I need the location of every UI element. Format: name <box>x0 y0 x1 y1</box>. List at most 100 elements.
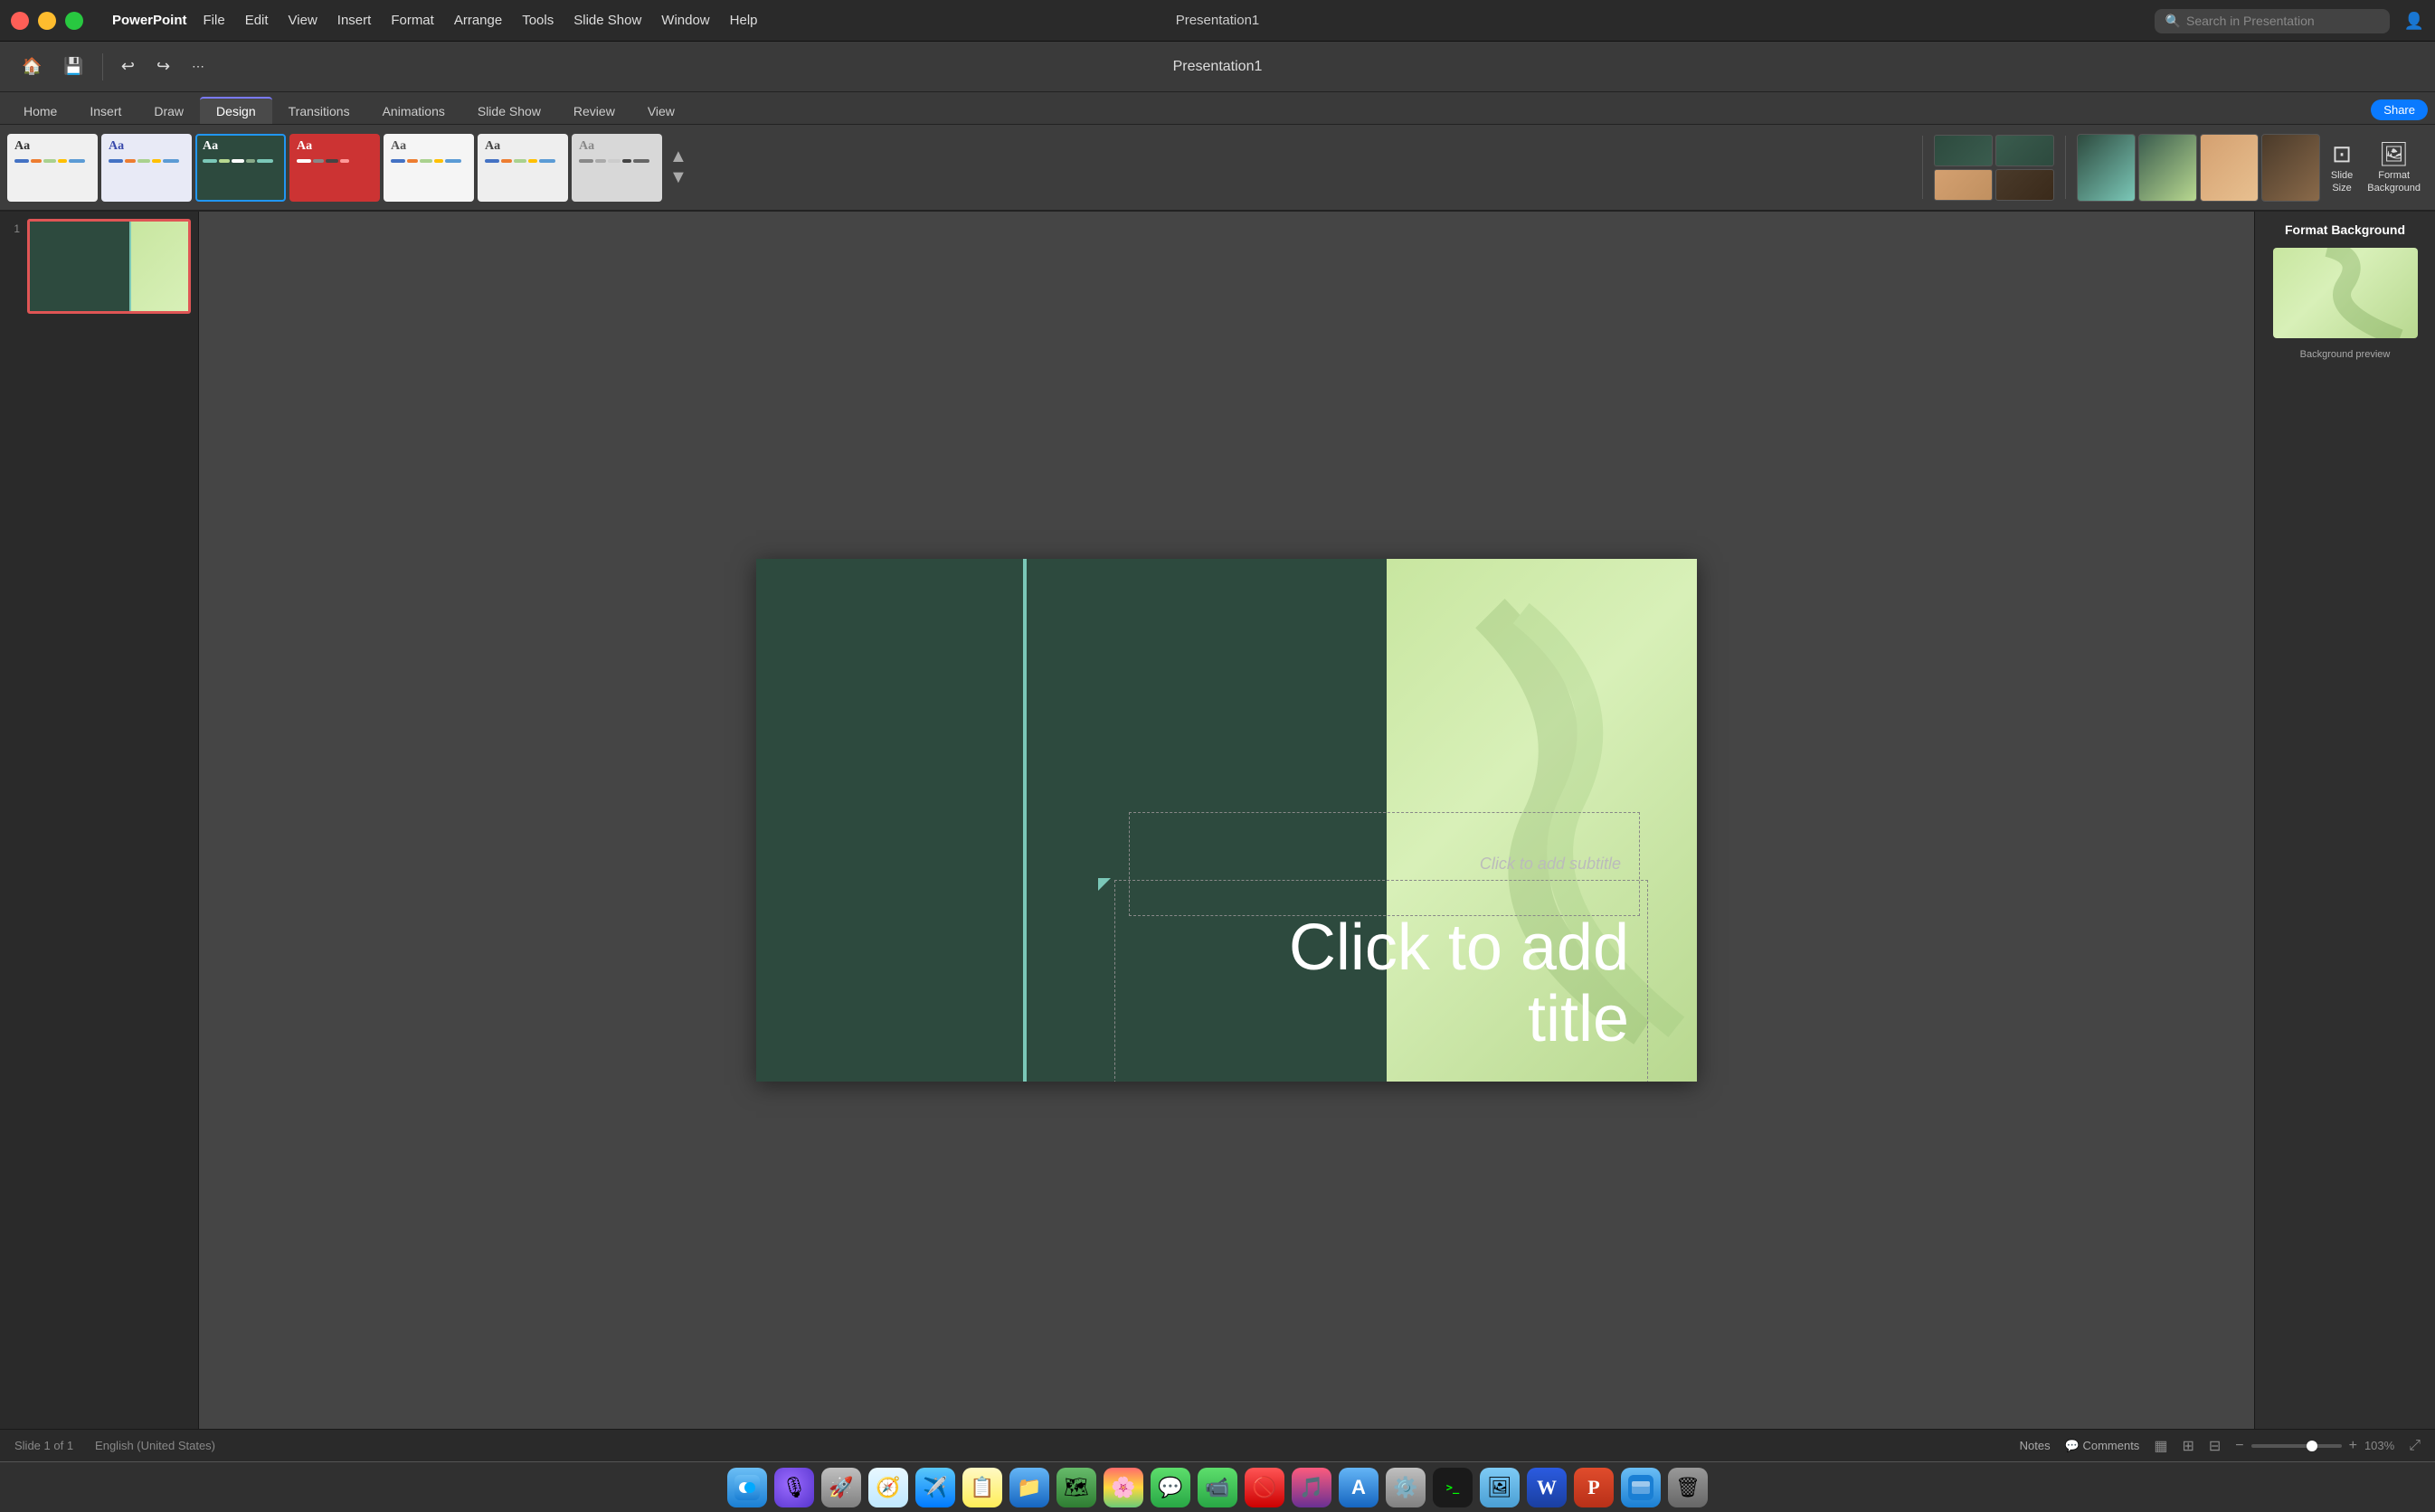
window-controls <box>11 12 83 30</box>
search-box[interactable]: 🔍 Search in Presentation <box>2155 9 2390 33</box>
menu-help[interactable]: Help <box>721 9 767 32</box>
theme-swatch-2[interactable]: Aa <box>101 134 192 202</box>
tab-review[interactable]: Review <box>557 99 631 124</box>
menubar-right: 🔍 Search in Presentation 👤 <box>2155 0 2424 42</box>
theme-swatch-5[interactable]: Aa <box>384 134 474 202</box>
format-bg-preview-decoration <box>2273 248 2418 338</box>
tab-home[interactable]: Home <box>7 99 73 124</box>
zoom-out-button[interactable]: − <box>2235 1438 2243 1454</box>
title-placeholder-text: Click to addtitle <box>1289 912 1629 1055</box>
dock-siri[interactable]: 🎙 <box>774 1468 814 1507</box>
dock-trash[interactable]: 🗑 <box>1668 1468 1708 1507</box>
dock-powerpoint[interactable]: P <box>1574 1468 1614 1507</box>
format-background-label: FormatBackground <box>2367 170 2421 194</box>
save-icon[interactable]: 💾 <box>56 53 90 80</box>
dock-messages[interactable]: 💬 <box>1151 1468 1190 1507</box>
menu-tools[interactable]: Tools <box>513 9 563 32</box>
format-background-title: Format Background <box>2285 222 2405 237</box>
variant-3[interactable] <box>1934 169 1993 201</box>
format-background-button[interactable]: 🖼 FormatBackground <box>2360 137 2428 197</box>
theme-swatch-7[interactable]: Aa <box>572 134 662 202</box>
variant-4[interactable] <box>1995 169 2054 201</box>
dock-facetime[interactable]: 📹 <box>1198 1468 1237 1507</box>
theme-swatch-3[interactable]: Aa <box>195 134 286 202</box>
undo-button[interactable]: ↩ <box>114 53 142 80</box>
more-toolbar-button[interactable]: ⋯ <box>185 55 212 78</box>
redo-button[interactable]: ↩ <box>149 53 177 80</box>
normal-view-icon[interactable]: ▦ <box>2154 1437 2167 1455</box>
dock-terminal[interactable]: >_ <box>1433 1468 1473 1507</box>
theme-swatch-1[interactable]: Aa <box>7 134 98 202</box>
grid-view-icon[interactable]: ⊞ <box>2182 1437 2193 1455</box>
theme-swatch-6[interactable]: Aa <box>478 134 568 202</box>
canvas-area[interactable]: Click to add subtitle Click to addtitle <box>199 212 2254 1429</box>
chevron-up-icon: ▲ <box>669 146 687 167</box>
menu-view[interactable]: View <box>280 9 327 32</box>
dock-stickies[interactable]: 📋 <box>962 1468 1002 1507</box>
menu-format[interactable]: Format <box>382 9 443 32</box>
fullscreen-icon[interactable]: ⤢ <box>2409 1438 2421 1454</box>
custom-variant-4[interactable] <box>2261 134 2320 202</box>
user-icon[interactable]: 👤 <box>2404 12 2424 31</box>
more-themes-button[interactable]: ▲ ▼ <box>666 134 691 202</box>
tab-animations[interactable]: Animations <box>366 99 461 124</box>
tab-slideshow[interactable]: Slide Show <box>461 99 557 124</box>
dock-maps[interactable]: 🗺 <box>1056 1468 1096 1507</box>
tab-transitions[interactable]: Transitions <box>272 99 366 124</box>
theme-swatch-4[interactable]: Aa <box>289 134 380 202</box>
slide-thumbnail-1[interactable] <box>27 219 191 314</box>
dock-word[interactable]: W <box>1527 1468 1567 1507</box>
slide-corner-arrow-icon <box>1098 878 1111 891</box>
slide-thumb-wrap-1: 1 <box>7 219 191 314</box>
tab-view[interactable]: View <box>631 99 691 124</box>
dock-safari[interactable]: 🧭 <box>868 1468 908 1507</box>
dock-finder2[interactable] <box>1621 1468 1661 1507</box>
menu-file[interactable]: File <box>194 9 234 32</box>
variant-2[interactable] <box>1995 135 2054 166</box>
zoom-in-button[interactable]: + <box>2349 1438 2357 1454</box>
zoom-slider[interactable] <box>2251 1444 2342 1448</box>
dock-photos[interactable]: 🌸 <box>1104 1468 1143 1507</box>
fit-view-icon[interactable]: ⊟ <box>2209 1437 2221 1455</box>
dock-donotdisturb[interactable]: 🚫 <box>1245 1468 1284 1507</box>
custom-variant-2[interactable] <box>2138 134 2197 202</box>
dock-preview[interactable]: 🖼 <box>1480 1468 1520 1507</box>
app-name[interactable]: PowerPoint <box>112 13 187 28</box>
tab-insert[interactable]: Insert <box>73 99 137 124</box>
slide-canvas[interactable]: Click to add subtitle Click to addtitle <box>756 559 1697 1082</box>
dock-appstore[interactable]: A <box>1339 1468 1379 1507</box>
menu-edit[interactable]: Edit <box>236 9 278 32</box>
dock-music[interactable]: 🎵 <box>1292 1468 1331 1507</box>
minimize-button[interactable] <box>38 12 56 30</box>
share-button[interactable]: Share <box>2371 99 2428 120</box>
menubar-items: File Edit View Insert Format Arrange Too… <box>194 9 767 32</box>
menu-arrange[interactable]: Arrange <box>445 9 511 32</box>
menu-window[interactable]: Window <box>652 9 718 32</box>
ribbon-separator-2 <box>2065 136 2066 199</box>
comments-button[interactable]: 💬 Comments <box>2065 1439 2140 1453</box>
themes-section: Aa Aa Aa <box>7 134 1911 202</box>
title-placeholder[interactable]: Click to addtitle <box>1114 880 1648 1082</box>
close-button[interactable] <box>11 12 29 30</box>
home-icon[interactable]: 🏠 <box>14 53 49 80</box>
ribbon-separator-1 <box>1922 136 1923 199</box>
tab-draw[interactable]: Draw <box>137 99 200 124</box>
custom-variant-1[interactable] <box>2077 134 2136 202</box>
notes-button[interactable]: Notes <box>2020 1439 2051 1452</box>
menu-slideshow[interactable]: Slide Show <box>564 9 650 32</box>
dock-files[interactable]: 📁 <box>1009 1468 1049 1507</box>
slide-size-label: SlideSize <box>2331 170 2353 194</box>
dock: 🎙 🚀 🧭 ✈️ 📋 📁 🗺 🌸 💬 📹 🚫 🎵 A ⚙️ >_ 🖼 <box>0 1461 2435 1512</box>
dock-launchpad[interactable]: 🚀 <box>821 1468 861 1507</box>
tab-design[interactable]: Design <box>200 97 272 124</box>
menu-insert[interactable]: Insert <box>328 9 381 32</box>
custom-variant-3[interactable] <box>2200 134 2259 202</box>
maximize-button[interactable] <box>65 12 83 30</box>
dock-finder[interactable] <box>727 1468 767 1507</box>
toolbar: 🏠 💾 ↩ ↩ ⋯ Presentation1 <box>0 42 2435 92</box>
slide-size-button[interactable]: ⊡ SlideSize <box>2324 137 2360 197</box>
dock-systemprefs[interactable]: ⚙️ <box>1386 1468 1426 1507</box>
toolbar-presentation-title: Presentation1 <box>1173 59 1263 75</box>
variant-1[interactable] <box>1934 135 1993 166</box>
dock-mail[interactable]: ✈️ <box>915 1468 955 1507</box>
